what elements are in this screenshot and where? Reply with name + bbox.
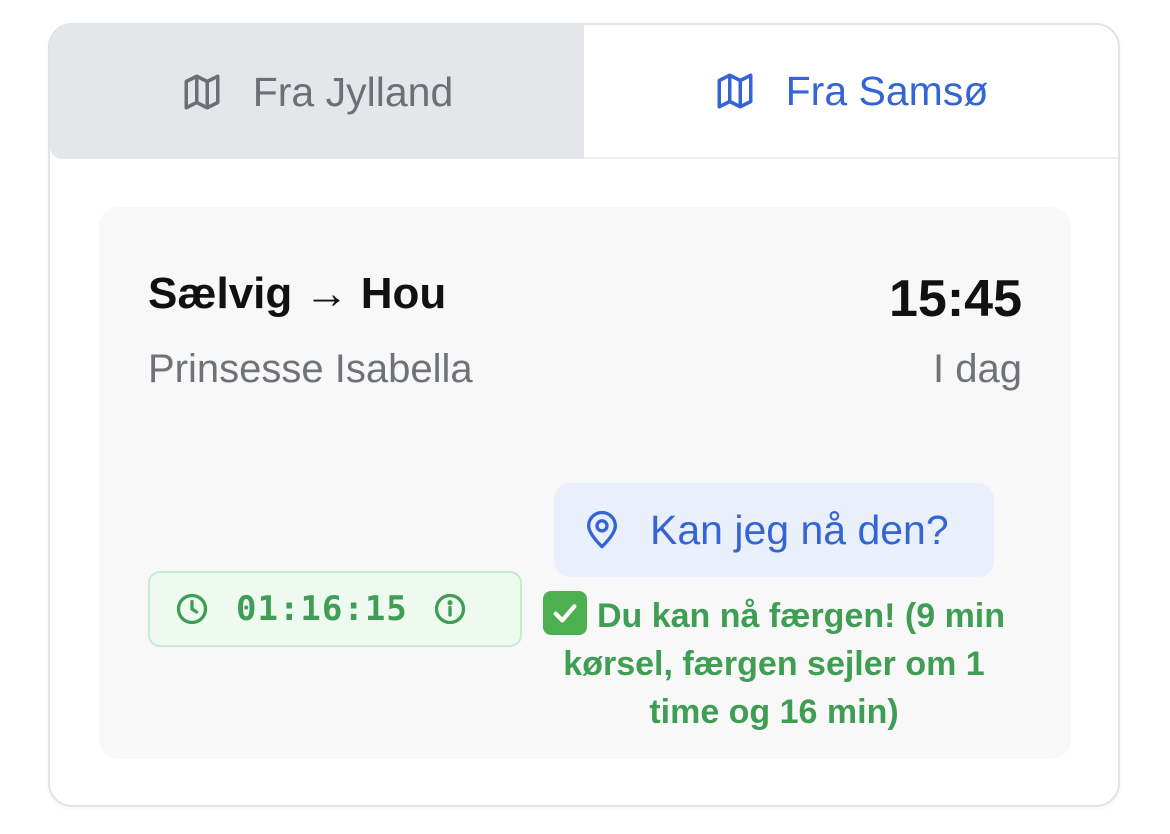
direction-tabs: Fra Jylland Fra Samsø [50,25,1118,159]
check-mark-icon [542,591,587,635]
tab-label: Fra Samsø [785,67,989,114]
countdown-badge: 01:16:15 [148,571,522,647]
vessel-name: Prinsesse Isabella [148,347,473,391]
departure-time: 15:45 [889,270,1022,328]
clock-icon [174,591,210,627]
route-title: Sælvig → Hou [148,269,447,318]
departures-card: Fra Jylland Fra Samsø Sælvig → Hou Prins… [48,23,1120,807]
countdown-value: 01:16:15 [236,589,408,629]
tab-label: Fra Jylland [252,68,454,115]
can-i-make-it-button[interactable]: Kan jeg nå den? [554,483,994,577]
departure-card: Sælvig → Hou Prinsesse Isabella 15:45 I … [99,207,1071,759]
info-icon[interactable] [432,591,468,627]
tab-fra-jylland[interactable]: Fra Jylland [50,25,584,159]
location-pin-icon [582,510,622,550]
reachability-status: Du kan nå færgen! (9 min kørsel, færgen … [527,591,1021,736]
map-icon [181,71,223,113]
reachability-text: Du kan nå færgen! (9 min kørsel, færgen … [563,597,1006,731]
departure-day: I dag [933,347,1022,391]
map-icon [714,70,756,112]
can-i-make-it-label: Kan jeg nå den? [650,506,949,553]
tab-fra-samso[interactable]: Fra Samsø [584,25,1118,159]
